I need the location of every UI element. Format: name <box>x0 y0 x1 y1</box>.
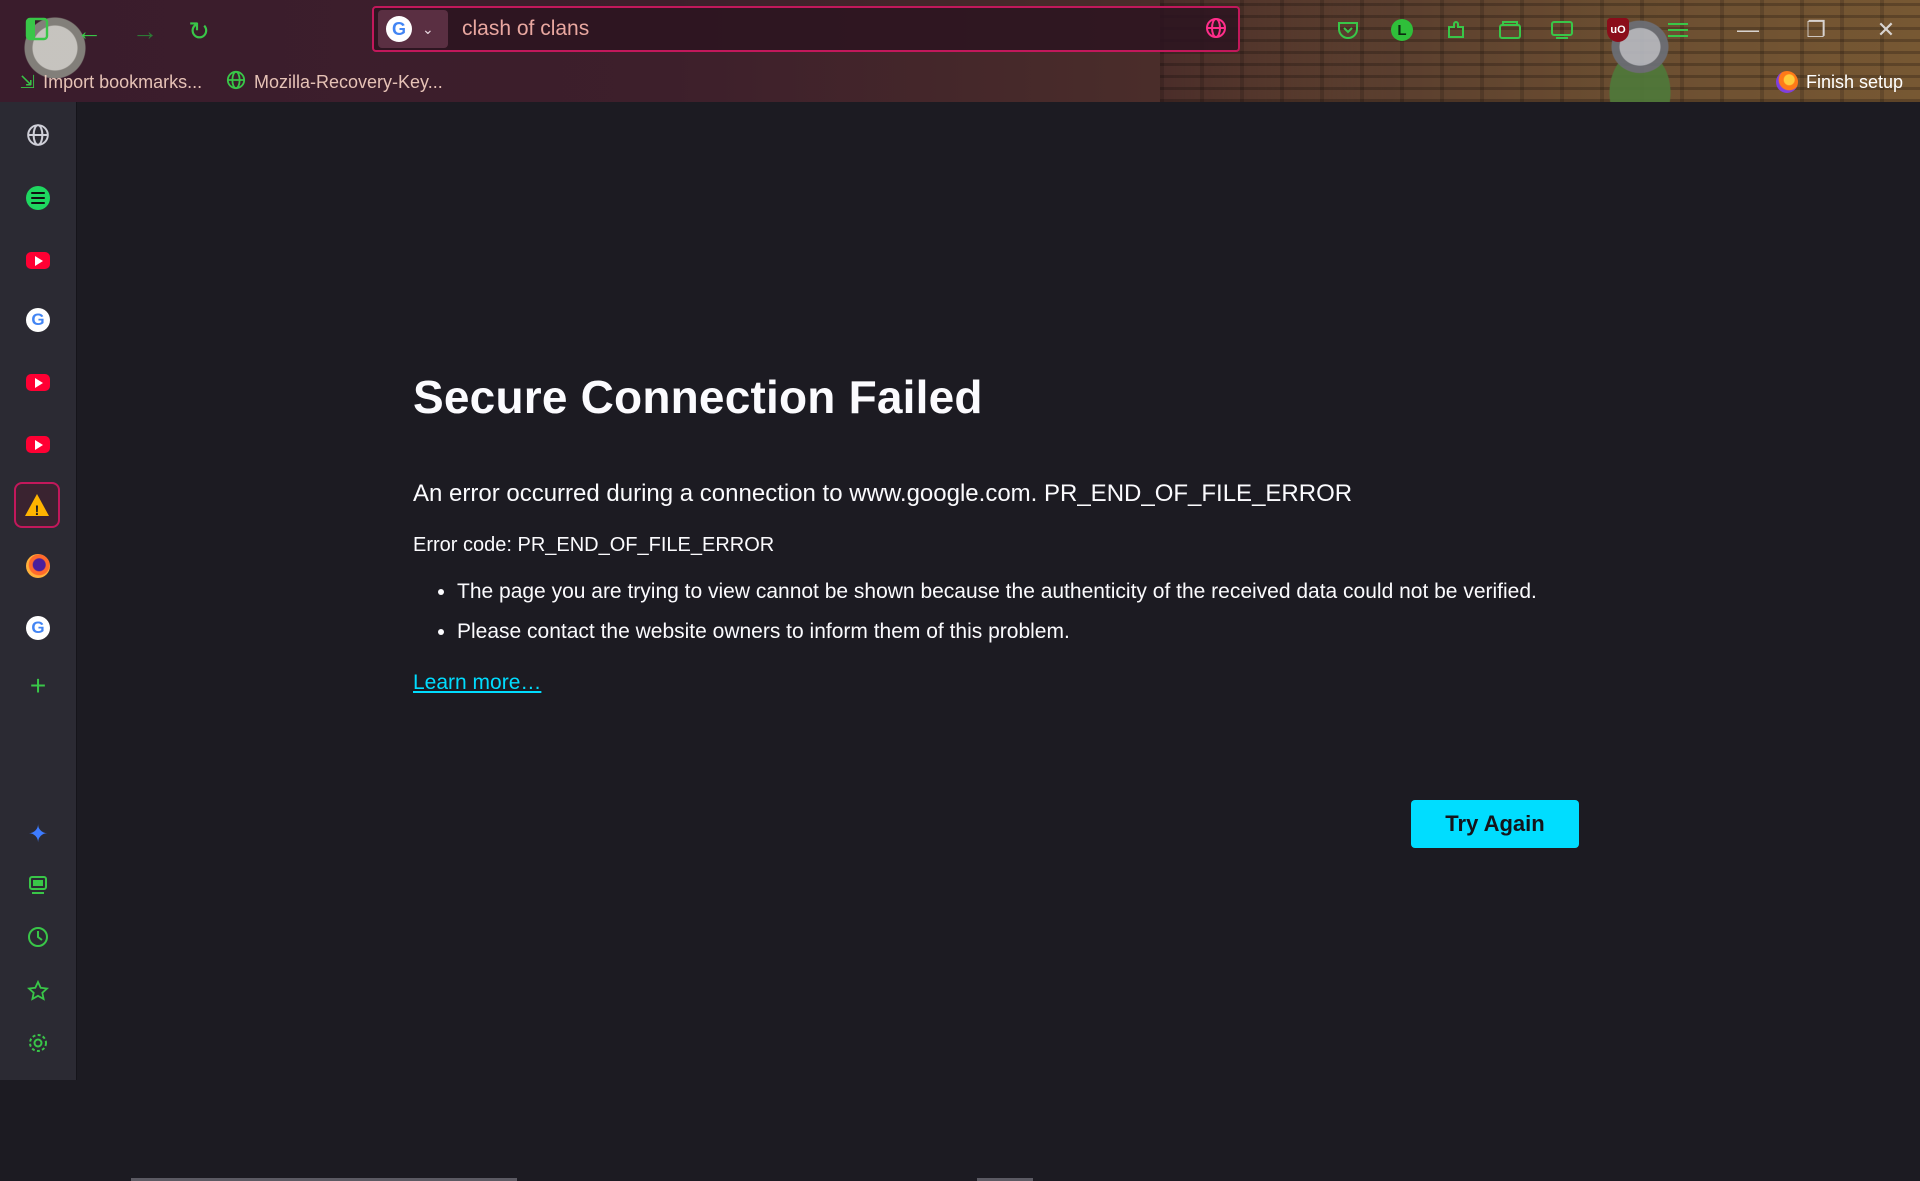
page-content: Secure Connection Failed An error occurr… <box>77 102 1920 1181</box>
extensions-icon[interactable] <box>1440 14 1472 46</box>
firefox-icon <box>26 554 50 578</box>
translate-globe-icon[interactable] <box>1204 17 1228 41</box>
warning-icon: ! <box>25 494 49 518</box>
bookmark-import[interactable]: ⇲ Import bookmarks... <box>20 68 202 96</box>
youtube-icon <box>26 251 50 269</box>
reload-button[interactable]: ↻ <box>182 14 216 48</box>
finish-setup-button[interactable]: Finish setup <box>1776 68 1903 96</box>
avatar-initial: L <box>1391 19 1413 41</box>
search-engine-button[interactable]: G ⌄ <box>378 10 448 48</box>
error-container: Secure Connection Failed An error occurr… <box>413 370 1655 695</box>
learn-more-link[interactable]: Learn more… <box>413 671 541 695</box>
sidebar-item-globe[interactable] <box>20 120 56 156</box>
chevron-down-icon: ⌄ <box>422 20 434 37</box>
sparkle-icon: ✦ <box>27 820 49 848</box>
globe-icon <box>26 123 50 154</box>
containers-icon[interactable] <box>1494 14 1526 46</box>
sidebar-item-warning[interactable]: ! <box>14 482 60 528</box>
youtube-icon <box>26 373 50 391</box>
history-icon <box>27 926 49 954</box>
gear-icon <box>27 1032 49 1060</box>
firefox-icon <box>1776 71 1798 93</box>
sidebar-item-google-2[interactable]: G <box>20 610 56 646</box>
import-icon: ⇲ <box>20 71 36 92</box>
plus-icon: + <box>29 670 47 701</box>
list-item: The page you are trying to view cannot b… <box>457 577 1655 607</box>
ublock-label: uO <box>1607 18 1629 42</box>
browser-toolbar: ← → ↻ G ⌄ clash of clans L uO — ❐ ✕ ⇲ Im… <box>0 0 1920 102</box>
menu-icon[interactable] <box>1662 14 1694 46</box>
sidebar-item-youtube-2[interactable] <box>20 364 56 400</box>
sidebar-toggle-icon[interactable] <box>20 12 54 46</box>
sidebar-settings[interactable] <box>20 1028 56 1064</box>
bookmark-label: Import bookmarks... <box>43 71 203 92</box>
sidebar-panel-icon[interactable] <box>1546 14 1578 46</box>
warning-mark: ! <box>34 502 40 518</box>
account-avatar[interactable]: L <box>1386 14 1418 46</box>
sidebar: G ! G + ✦ <box>0 102 77 1080</box>
sidebar-item-google-1[interactable]: G <box>20 302 56 338</box>
extensions-icon <box>27 874 49 902</box>
sidebar-extensions[interactable] <box>20 870 56 906</box>
bookmark-label: Mozilla-Recovery-Key... <box>254 71 443 92</box>
google-icon: G <box>26 308 50 332</box>
sidebar-ai-chat[interactable]: ✦ <box>20 816 56 852</box>
sidebar-item-youtube-3[interactable] <box>20 426 56 462</box>
youtube-icon <box>26 435 50 453</box>
sidebar-add-button[interactable]: + <box>20 668 56 704</box>
pocket-icon[interactable] <box>1332 14 1364 46</box>
google-icon: G <box>26 616 50 640</box>
star-icon <box>26 979 50 1008</box>
google-icon: G <box>386 16 412 42</box>
try-again-button[interactable]: Try Again <box>1411 800 1579 848</box>
finish-setup-label: Finish setup <box>1806 71 1904 92</box>
minimize-button[interactable]: — <box>1728 14 1768 46</box>
page-title: Secure Connection Failed <box>413 371 983 423</box>
error-description: An error occurred during a connection to… <box>413 480 1353 507</box>
sidebar-history[interactable] <box>20 922 56 958</box>
spotify-icon <box>26 186 50 210</box>
bookmark-recovery-key[interactable]: Mozilla-Recovery-Key... <box>226 68 443 96</box>
forward-button[interactable]: → <box>128 14 162 48</box>
restore-button[interactable]: ❐ <box>1796 14 1836 46</box>
back-button[interactable]: ← <box>72 14 106 48</box>
error-details-list: The page you are trying to view cannot b… <box>413 577 1655 647</box>
close-button[interactable]: ✕ <box>1866 14 1906 46</box>
url-bar[interactable]: G ⌄ clash of clans <box>372 6 1240 52</box>
url-input[interactable]: clash of clans <box>462 17 1204 41</box>
sidebar-bookmarks[interactable] <box>20 976 56 1012</box>
bookmarks-toolbar: ⇲ Import bookmarks... Mozilla-Recovery-K… <box>0 68 1920 98</box>
sidebar-item-youtube-1[interactable] <box>20 242 56 278</box>
sidebar-item-firefox[interactable] <box>20 548 56 584</box>
ublock-origin-icon[interactable]: uO <box>1602 14 1634 46</box>
globe-icon <box>226 70 246 95</box>
error-code: Error code: PR_END_OF_FILE_ERROR <box>413 534 775 556</box>
list-item: Please contact the website owners to inf… <box>457 617 1655 647</box>
sidebar-item-spotify[interactable] <box>20 180 56 216</box>
